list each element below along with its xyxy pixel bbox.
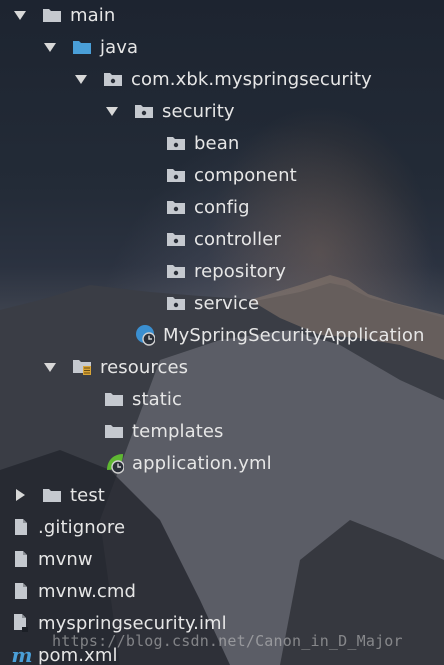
package-icon <box>166 134 186 152</box>
folder-icon <box>104 390 124 408</box>
file-icon <box>12 550 30 568</box>
tree-node-gitignore[interactable]: .gitignore <box>0 511 444 543</box>
spring-boot-class-icon <box>135 325 155 346</box>
tree-node-controller[interactable]: controller <box>0 223 444 255</box>
folder-icon <box>42 6 62 24</box>
tree-node-label: static <box>132 388 183 410</box>
tree-node-resources[interactable]: resources <box>0 351 444 383</box>
tree-node-security[interactable]: security <box>0 95 444 127</box>
tree-node-label: bean <box>194 132 240 154</box>
tree-node-label: java <box>100 36 139 58</box>
tree-node-mvnw[interactable]: mvnw <box>0 543 444 575</box>
tree-node-test[interactable]: test <box>0 479 444 511</box>
package-icon <box>103 70 123 88</box>
tree-node-label: controller <box>194 228 281 250</box>
spring-yml-icon <box>104 454 124 474</box>
tree-node-label: service <box>194 292 260 314</box>
iml-file-icon <box>12 614 30 632</box>
tree-node-service[interactable]: service <box>0 287 444 319</box>
tree-node-mvnw-cmd[interactable]: mvnw.cmd <box>0 575 444 607</box>
source-folder-icon <box>72 38 92 56</box>
file-icon <box>12 582 30 600</box>
tree-node-templates[interactable]: templates <box>0 415 444 447</box>
tree-node-config[interactable]: config <box>0 191 444 223</box>
maven-icon: m <box>11 643 33 665</box>
tree-node-label: resources <box>100 356 189 378</box>
tree-node-label: security <box>162 100 235 122</box>
expand-arrow-icon[interactable] <box>42 359 58 375</box>
expand-arrow-icon[interactable] <box>104 103 120 119</box>
watermark-text: https://blog.csdn.net/Canon_in_D_Major <box>52 632 403 650</box>
tree-node-label: .gitignore <box>38 516 126 538</box>
collapsed-arrow-icon[interactable] <box>12 487 28 503</box>
file-icon <box>12 518 30 536</box>
project-tree-panel: main java com.xbk.myspringsecurity secur… <box>0 0 444 665</box>
tree-node-component[interactable]: component <box>0 159 444 191</box>
tree-node-label: templates <box>132 420 224 442</box>
tree-node-label: config <box>194 196 250 218</box>
folder-icon <box>104 422 124 440</box>
tree-node-label: component <box>194 164 297 186</box>
package-icon <box>166 166 186 184</box>
expand-arrow-icon[interactable] <box>73 71 89 87</box>
tree-node-label: repository <box>194 260 287 282</box>
folder-icon <box>42 486 62 504</box>
package-icon <box>166 230 186 248</box>
tree-node-label: com.xbk.myspringsecurity <box>131 68 372 90</box>
package-icon <box>134 102 154 120</box>
tree-node-label: main <box>70 4 116 26</box>
package-icon <box>166 198 186 216</box>
expand-arrow-icon[interactable] <box>12 7 28 23</box>
tree-node-main[interactable]: main <box>0 0 444 31</box>
tree-node-bean[interactable]: bean <box>0 127 444 159</box>
tree-node-java[interactable]: java <box>0 31 444 63</box>
tree-node-label: myspringsecurity.iml <box>38 612 227 634</box>
tree-node-repository[interactable]: repository <box>0 255 444 287</box>
package-icon <box>166 294 186 312</box>
expand-arrow-icon[interactable] <box>42 39 58 55</box>
package-icon <box>166 262 186 280</box>
tree-node-application-yml[interactable]: application.yml <box>0 447 444 479</box>
tree-node-label: application.yml <box>132 452 272 474</box>
tree-node-label: MySpringSecurityApplication <box>163 324 425 346</box>
tree-node-application-class[interactable]: MySpringSecurityApplication <box>0 319 444 351</box>
tree-node-static[interactable]: static <box>0 383 444 415</box>
tree-node-label: mvnw <box>38 548 93 570</box>
tree-node-package-root[interactable]: com.xbk.myspringsecurity <box>0 63 444 95</box>
tree-node-label: mvnw.cmd <box>38 580 137 602</box>
tree-node-label: test <box>70 484 105 506</box>
resources-folder-icon <box>72 358 92 376</box>
